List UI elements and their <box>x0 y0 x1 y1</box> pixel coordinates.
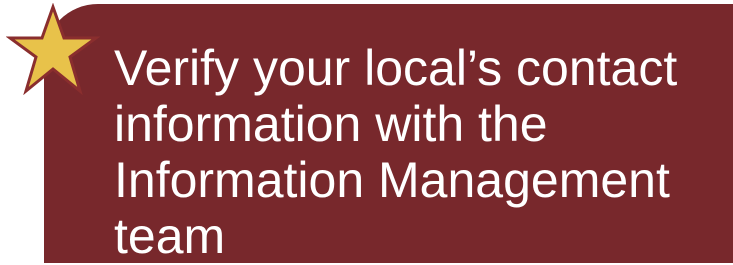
callout-stage: Verify your local’s contact information … <box>0 0 733 265</box>
star-icon <box>6 3 100 95</box>
callout-text: Verify your local’s contact information … <box>114 40 678 264</box>
